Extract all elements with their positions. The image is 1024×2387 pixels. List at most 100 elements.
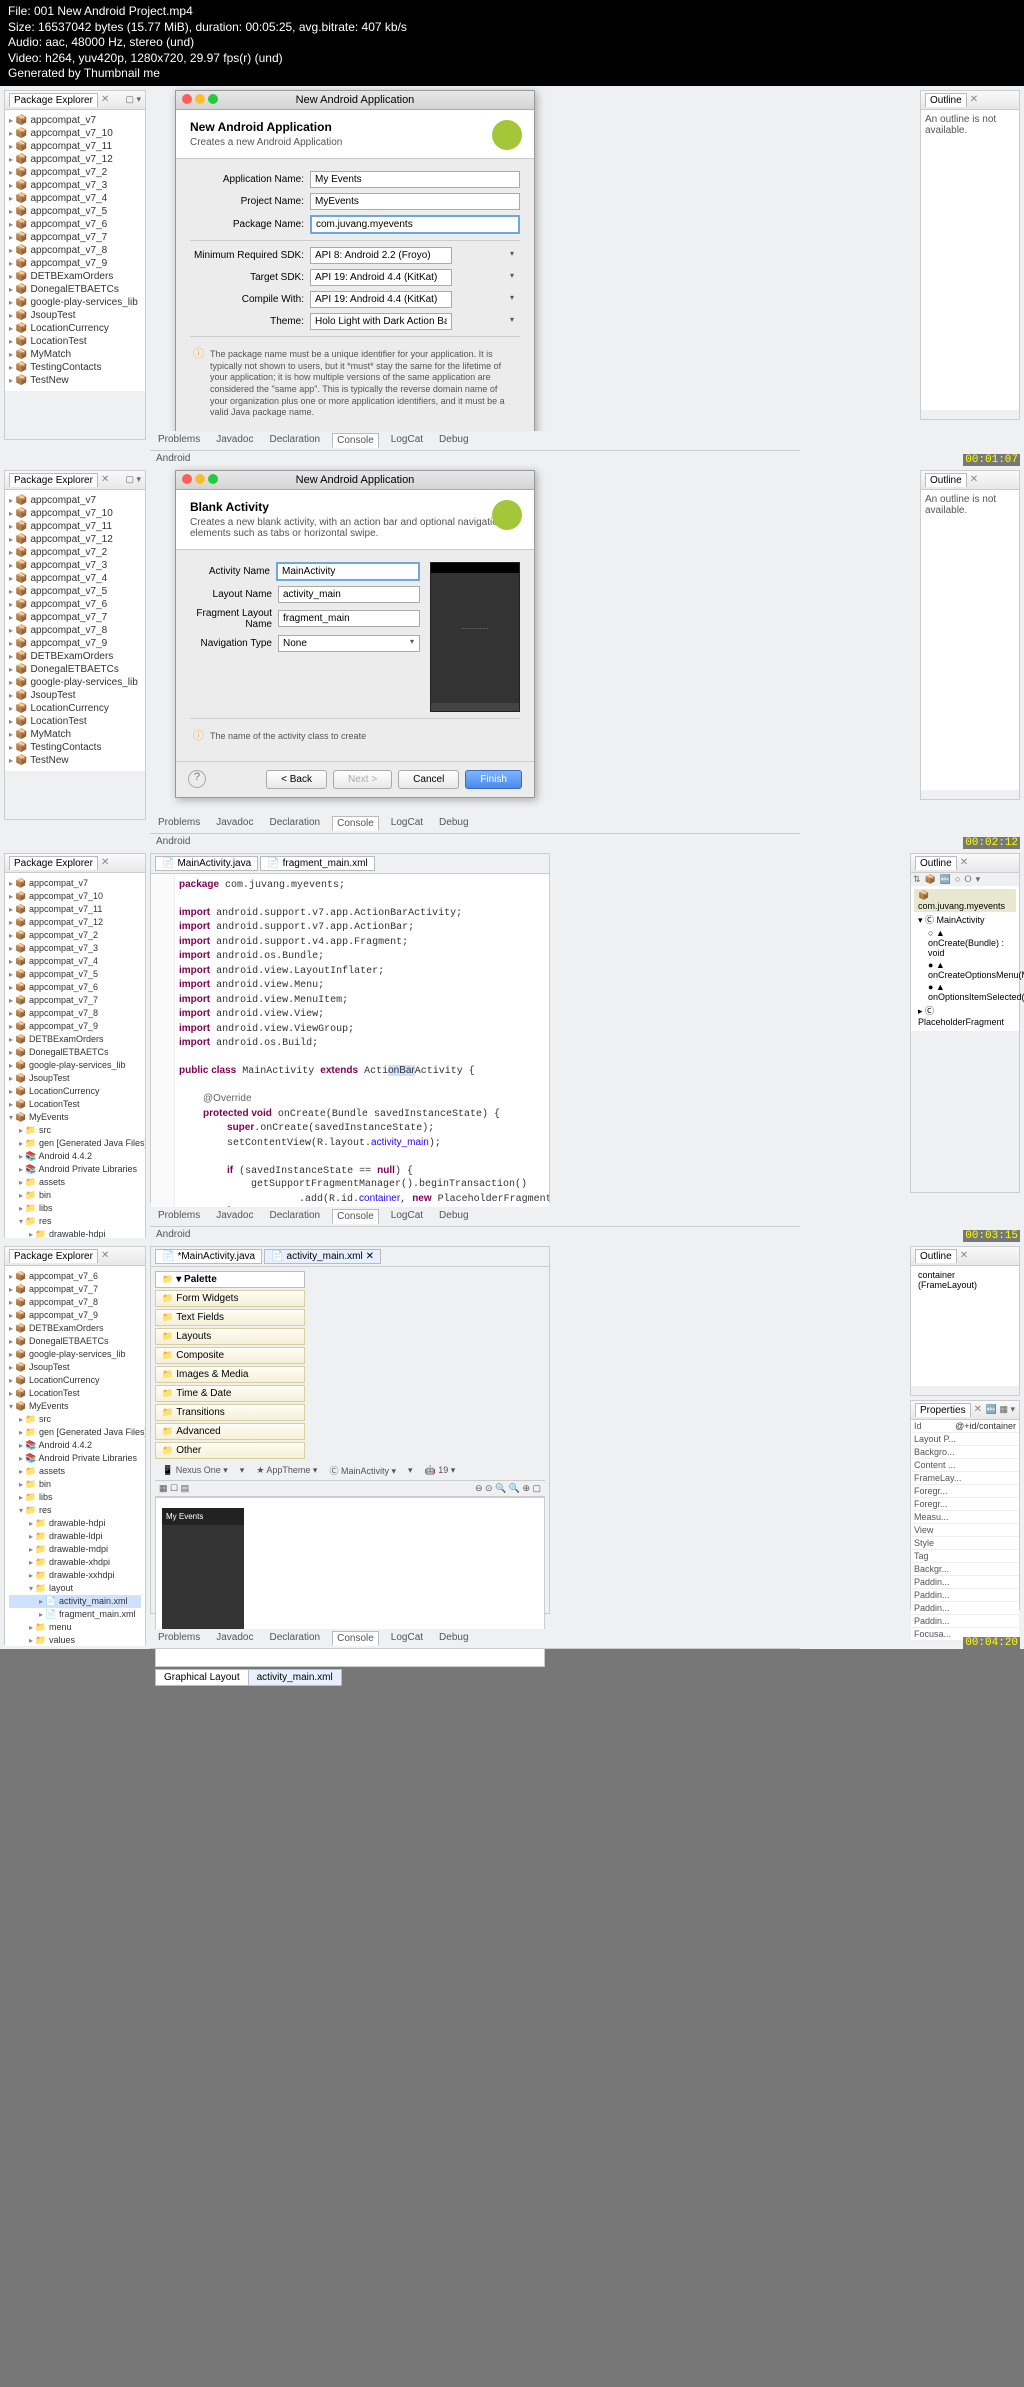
project-appcompat_v7_10[interactable]: 📦 appcompat_v7_10 <box>9 507 141 520</box>
project-MyMatch[interactable]: 📦 MyMatch <box>9 348 141 361</box>
outline-tree[interactable]: 📦 com.juvang.myevents ▾ Ⓒ MainActivity ○… <box>911 886 1019 1031</box>
window-controls[interactable] <box>182 94 218 104</box>
project-appcompat_v7_8[interactable]: 📦 appcompat_v7_8 <box>9 624 141 637</box>
project-TestNew[interactable]: 📦 TestNew <box>9 374 141 387</box>
device-preview[interactable]: My Events <box>162 1508 244 1648</box>
project-LocationCurrency[interactable]: 📦 LocationCurrency <box>9 702 141 715</box>
project-appcompat_v7_3[interactable]: 📦 appcompat_v7_3 <box>9 559 141 572</box>
palette-group-form-widgets[interactable]: Form Widgets <box>155 1290 305 1307</box>
project-appcompat_v7_5[interactable]: 📦 appcompat_v7_5 <box>9 205 141 218</box>
project-tree[interactable]: 📦 appcompat_v7📦 appcompat_v7_10📦 appcomp… <box>5 490 145 771</box>
close-icon[interactable]: ✕ <box>101 94 109 105</box>
palette-group-images-media[interactable]: Images & Media <box>155 1366 305 1383</box>
finish-button[interactable]: Finish <box>465 770 522 789</box>
project-LocationTest[interactable]: 📦 LocationTest <box>9 335 141 348</box>
activity-selector[interactable]: Ⓒ MainActivity ▾ <box>326 1463 399 1478</box>
bottom-view-tabs[interactable]: Problems Javadoc Declaration Console Log… <box>150 814 800 834</box>
activity-name-input[interactable] <box>276 562 420 581</box>
palette-group-transitions[interactable]: Transitions <box>155 1404 305 1421</box>
layout-name-input[interactable] <box>278 586 420 603</box>
project-appcompat_v7[interactable]: 📦 appcompat_v7 <box>9 114 141 127</box>
close-icon[interactable]: ✕ <box>960 1250 968 1261</box>
navigation-type-select[interactable] <box>278 635 420 652</box>
package-explorer-tab[interactable]: Package Explorer ✕ <box>5 1247 145 1266</box>
project-appcompat_v7_4[interactable]: 📦 appcompat_v7_4 <box>9 572 141 585</box>
project-google-play-services_lib[interactable]: 📦 google-play-services_lib <box>9 296 141 309</box>
project-appcompat_v7_10[interactable]: 📦 appcompat_v7_10 <box>9 127 141 140</box>
debug-tab[interactable]: Debug <box>435 433 472 448</box>
close-icon[interactable]: ✕ <box>101 857 109 868</box>
project-appcompat_v7_11[interactable]: 📦 appcompat_v7_11 <box>9 520 141 533</box>
project-appcompat_v7[interactable]: 📦 appcompat_v7 <box>9 494 141 507</box>
package-name-input[interactable] <box>310 215 520 234</box>
project-appcompat_v7_6[interactable]: 📦 appcompat_v7_6 <box>9 218 141 231</box>
min-sdk-select[interactable] <box>310 247 452 264</box>
project-TestingContacts[interactable]: 📦 TestingContacts <box>9 741 141 754</box>
palette-group-layouts[interactable]: Layouts <box>155 1328 305 1345</box>
activity-main-xml-tab[interactable]: 📄 activity_main.xml ✕ <box>264 1249 381 1264</box>
project-appcompat_v7_7[interactable]: 📦 appcompat_v7_7 <box>9 231 141 244</box>
palette-group-text-fields[interactable]: Text Fields <box>155 1309 305 1326</box>
project-appcompat_v7_12[interactable]: 📦 appcompat_v7_12 <box>9 533 141 546</box>
close-icon[interactable]: ✕ <box>974 1404 982 1415</box>
javadoc-tab[interactable]: Javadoc <box>212 433 257 448</box>
project-appcompat_v7_3[interactable]: 📦 appcompat_v7_3 <box>9 179 141 192</box>
project-appcompat_v7_12[interactable]: 📦 appcompat_v7_12 <box>9 153 141 166</box>
project-tree[interactable]: 📦 appcompat_v7📦 appcompat_v7_10📦 appcomp… <box>5 873 145 1238</box>
project-appcompat_v7_11[interactable]: 📦 appcompat_v7_11 <box>9 140 141 153</box>
project-JsoupTest[interactable]: 📦 JsoupTest <box>9 689 141 702</box>
project-DonegalETBAETCs[interactable]: 📦 DonegalETBAETCs <box>9 663 141 676</box>
panel-toolbar-icons[interactable]: ▢ ▾ <box>125 94 141 105</box>
mainactivity-tab[interactable]: 📄 MainActivity.java <box>155 856 258 871</box>
project-TestNew[interactable]: 📦 TestNew <box>9 754 141 767</box>
bottom-view-tabs[interactable]: Problems Javadoc Declaration Console Log… <box>150 1629 800 1649</box>
theme-select[interactable] <box>310 313 452 330</box>
layout-editor-tabs[interactable]: Graphical Layout activity_main.xml <box>155 1669 545 1686</box>
project-tree[interactable]: 📦 appcompat_v7📦 appcompat_v7_10📦 appcomp… <box>5 110 145 391</box>
problems-tab[interactable]: Problems <box>154 433 204 448</box>
device-selector[interactable]: 📱 Nexus One ▾ <box>159 1464 231 1477</box>
outline-tab[interactable]: Outline ✕ <box>911 854 1019 873</box>
properties-tab[interactable]: Properties ✕ 🔤 ▦ ▾ <box>911 1401 1019 1420</box>
theme-selector[interactable]: ★ AppTheme ▾ <box>253 1464 320 1477</box>
project-name-input[interactable] <box>310 193 520 210</box>
design-toolbar[interactable]: 📱 Nexus One ▾ ▾ ★ AppTheme ▾ Ⓒ MainActiv… <box>155 1461 545 1481</box>
project-LocationTest[interactable]: 📦 LocationTest <box>9 715 141 728</box>
logcat-tab[interactable]: LogCat <box>387 433 427 448</box>
package-explorer-tab[interactable]: Package Explorer ✕ <box>5 854 145 873</box>
fragment-main-tab[interactable]: 📄 fragment_main.xml <box>260 856 374 871</box>
editor-tabs[interactable]: 📄 *MainActivity.java 📄 activity_main.xml… <box>151 1247 549 1267</box>
dialog-titlebar[interactable]: New Android Application <box>176 471 534 490</box>
close-icon[interactable]: ✕ <box>970 94 978 105</box>
zoom-controls[interactable]: ⊖ ⊙ 🔍 🔍 ⊕ ▢ <box>475 1483 541 1494</box>
back-button[interactable]: < Back <box>266 770 327 789</box>
properties-table[interactable]: Id@+id/containerLayout P...Backgro...Con… <box>911 1420 1019 1641</box>
project-TestingContacts[interactable]: 📦 TestingContacts <box>9 361 141 374</box>
layout-outline[interactable]: container (FrameLayout) <box>911 1266 1019 1386</box>
project-appcompat_v7_9[interactable]: 📦 appcompat_v7_9 <box>9 257 141 270</box>
api-selector[interactable]: 🤖 19 ▾ <box>422 1464 459 1477</box>
outline-toolbar[interactable]: ⇅📦🔤○⭘▾ <box>911 873 1019 886</box>
project-appcompat_v7_6[interactable]: 📦 appcompat_v7_6 <box>9 598 141 611</box>
palette[interactable]: Form WidgetsText FieldsLayoutsCompositeI… <box>155 1290 305 1459</box>
close-icon[interactable]: ✕ <box>101 1250 109 1261</box>
next-button[interactable]: Next > <box>333 770 392 789</box>
outline-tab[interactable]: Outline ✕ <box>911 1247 1019 1266</box>
help-icon[interactable]: ? <box>188 770 206 788</box>
editor-tabs[interactable]: 📄 MainActivity.java 📄 fragment_main.xml <box>151 854 549 874</box>
project-MyMatch[interactable]: 📦 MyMatch <box>9 728 141 741</box>
close-icon[interactable]: ✕ <box>101 474 109 485</box>
view-mode-icons[interactable]: ▦ ☐ ▤ <box>159 1483 189 1494</box>
console-tab[interactable]: Console <box>332 433 379 448</box>
palette-group-other[interactable]: Other <box>155 1442 305 1459</box>
target-sdk-select[interactable] <box>310 269 452 286</box>
package-explorer-tab[interactable]: Package Explorer ✕ ▢ ▾ <box>5 471 145 490</box>
project-DETBExamOrders[interactable]: 📦 DETBExamOrders <box>9 650 141 663</box>
bottom-view-tabs[interactable]: Problems Javadoc Declaration Console Log… <box>150 1207 800 1227</box>
window-controls[interactable] <box>182 474 218 484</box>
outline-tab[interactable]: Outline ✕ <box>921 91 1019 110</box>
cancel-button[interactable]: Cancel <box>398 770 459 789</box>
compile-with-select[interactable] <box>310 291 452 308</box>
project-appcompat_v7_2[interactable]: 📦 appcompat_v7_2 <box>9 546 141 559</box>
declaration-tab[interactable]: Declaration <box>266 433 325 448</box>
